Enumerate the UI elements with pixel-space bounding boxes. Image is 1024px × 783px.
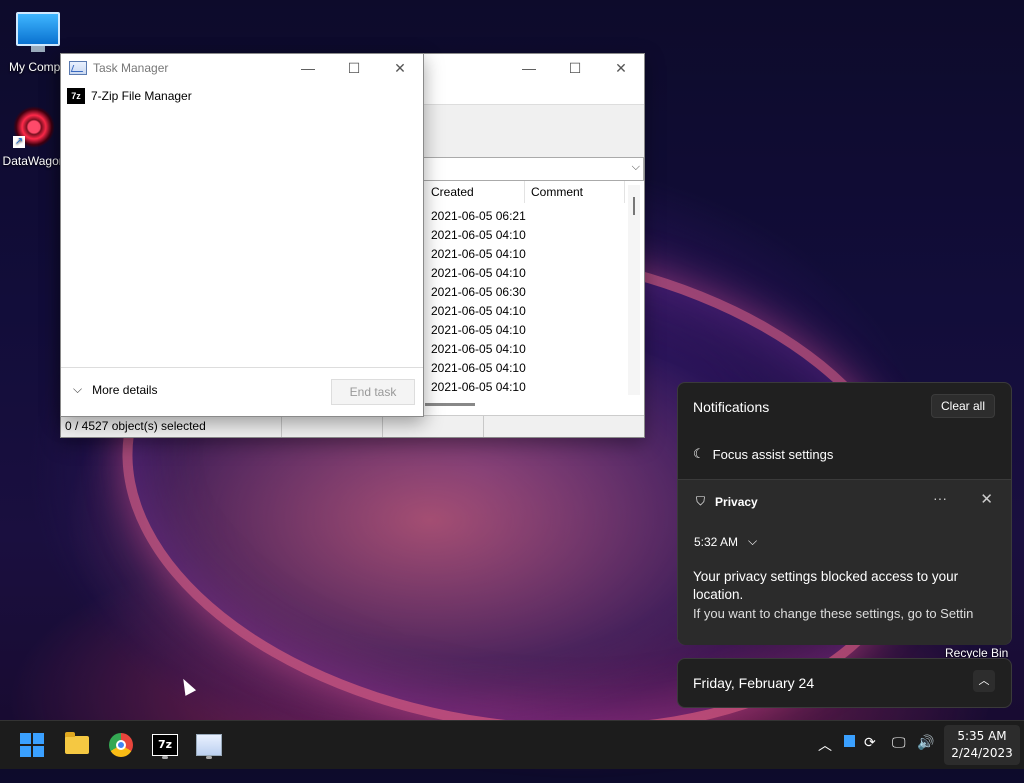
notification-time-text: 5:32 AM — [694, 534, 739, 549]
taskbar-file-explorer[interactable] — [61, 729, 93, 761]
column-header-created[interactable]: Created — [425, 181, 525, 203]
minimize-button[interactable]: — — [506, 54, 552, 82]
end-task-button[interactable]: End task — [331, 379, 415, 405]
column-header-comment[interactable]: Comment — [525, 181, 625, 203]
close-button[interactable]: ✕ — [598, 54, 644, 82]
chevron-down-icon[interactable]: ⌵ — [632, 161, 640, 174]
chevron-down-icon: ⌵ — [73, 382, 83, 396]
task-manager-icon — [69, 61, 87, 75]
notification-center: Notifications Clear all ☾ Focus assist s… — [677, 382, 1012, 645]
focus-assist-settings-link[interactable]: ☾ Focus assist settings — [693, 446, 833, 462]
7zip-icon: 7z — [152, 734, 178, 756]
tray-app-icon[interactable] — [844, 735, 855, 751]
task-manager-window: Task Manager — ☐ ✕ 7z 7-Zip File Manager… — [60, 53, 424, 417]
minimize-button[interactable]: — — [285, 54, 331, 82]
close-icon: ✕ — [980, 491, 993, 508]
table-row[interactable]: 2021-06-05 04:10 — [425, 359, 526, 378]
process-row-7zip[interactable]: 7z 7-Zip File Manager — [67, 88, 192, 104]
7zip-icon: 7z — [67, 88, 85, 104]
expand-calendar-button[interactable]: ︿ — [973, 670, 995, 692]
sync-icon[interactable]: ⟳ — [864, 735, 876, 751]
chevron-down-icon: ⌵ — [748, 534, 758, 548]
taskbar-task-manager[interactable] — [193, 729, 225, 761]
maximize-button[interactable]: ☐ — [552, 54, 598, 82]
moon-icon: ☾ — [693, 446, 705, 461]
minimize-icon: — — [301, 60, 315, 76]
created-column-values: 2021-06-05 06:21 2021-06-05 04:10 2021-0… — [425, 207, 526, 397]
scrollbar-thumb[interactable] — [633, 197, 635, 215]
task-manager-footer: ⌵ More details End task — [61, 367, 423, 416]
square-app-icon — [844, 735, 855, 747]
running-indicator — [162, 756, 168, 759]
calendar-panel: Friday, February 24 ︿ — [677, 658, 1012, 708]
chrome-icon — [109, 733, 133, 757]
table-row[interactable]: 2021-06-05 04:10 — [425, 378, 526, 397]
shortcut-arrow-icon: ↗ — [13, 136, 25, 148]
calendar-date: Friday, February 24 — [693, 675, 815, 691]
shield-icon: ⛉ — [696, 494, 706, 508]
table-row[interactable]: 2021-06-05 06:30 — [425, 283, 526, 302]
notification-app-name: Privacy — [715, 494, 758, 509]
chevron-up-icon: ︿ — [978, 675, 990, 687]
desktop-icon-label: DataWagon — [2, 154, 66, 168]
process-name: 7-Zip File Manager — [91, 89, 192, 103]
desktop-icon-label: My Compu — [8, 60, 67, 74]
running-indicator — [206, 756, 212, 759]
vertical-scrollbar[interactable] — [628, 185, 640, 395]
network-icon[interactable]: 🖵 — [892, 735, 906, 751]
taskbar-chrome[interactable] — [105, 729, 137, 761]
status-bar: 0 / 4527 object(s) selected — [61, 415, 644, 437]
minimize-icon: — — [522, 60, 536, 76]
datawagon-icon: ↗ — [12, 106, 56, 150]
maximize-icon: ☐ — [568, 59, 582, 76]
more-details-button[interactable]: ⌵ More details — [73, 382, 157, 397]
maximize-button[interactable]: ☐ — [331, 54, 377, 82]
table-row[interactable]: 2021-06-05 04:10 — [425, 302, 526, 321]
status-cell — [383, 416, 484, 437]
status-selection: 0 / 4527 object(s) selected — [61, 416, 282, 437]
table-row[interactable]: 2021-06-05 04:10 — [425, 321, 526, 340]
table-row[interactable]: 2021-06-05 06:21 — [425, 207, 526, 226]
chevron-up-icon: ︿ — [818, 738, 832, 754]
table-row[interactable]: 2021-06-05 04:10 — [425, 245, 526, 264]
close-button[interactable]: ✕ — [377, 54, 423, 82]
volume-icon[interactable]: 🔊 — [917, 735, 934, 751]
status-cell — [282, 416, 383, 437]
clear-all-button[interactable]: Clear all — [930, 394, 995, 418]
notifications-header: Notifications — [693, 399, 770, 415]
more-options-button[interactable]: ··· — [933, 490, 947, 506]
notification-app: ⛉ Privacy — [696, 494, 758, 509]
clock-date: 2/24/2023 — [951, 746, 1013, 760]
notification-card[interactable]: ⛉ Privacy ··· ✕ 5:32 AM ⌵ Your privacy s… — [678, 479, 1011, 645]
close-icon: ✕ — [615, 59, 627, 76]
focus-assist-label: Focus assist settings — [712, 446, 834, 462]
folder-icon — [65, 732, 89, 754]
task-manager-titlebar[interactable]: Task Manager — ☐ ✕ — [61, 54, 423, 82]
computer-icon — [16, 12, 60, 56]
maximize-icon: ☐ — [347, 59, 361, 76]
taskbar-7zip[interactable]: 7z — [149, 729, 181, 761]
notification-detail: If you want to change these settings, go… — [693, 606, 974, 621]
more-details-label: More details — [92, 382, 158, 397]
horizontal-scrollbar[interactable] — [425, 403, 475, 406]
table-row[interactable]: 2021-06-05 04:10 — [425, 340, 526, 359]
close-icon: ✕ — [394, 59, 406, 76]
table-row[interactable]: 2021-06-05 04:10 — [425, 226, 526, 245]
clock-time: 5:35 AM — [957, 729, 1007, 743]
taskbar: 7z ︿ ⟳ 🖵 🔊 5:35 AM 2/24/2023 — [0, 720, 1024, 769]
notification-time[interactable]: 5:32 AM ⌵ — [694, 534, 757, 549]
ellipsis-icon: ··· — [933, 490, 947, 506]
show-hidden-icons-button[interactable]: ︿ — [818, 735, 832, 755]
table-row[interactable]: 2021-06-05 04:10 — [425, 264, 526, 283]
windows-logo-icon — [20, 733, 44, 757]
notification-message: Your privacy settings blocked access to … — [693, 569, 959, 602]
window-title: Task Manager — [93, 61, 169, 75]
start-button[interactable] — [16, 729, 48, 761]
system-clock[interactable]: 5:35 AM 2/24/2023 — [944, 725, 1020, 765]
task-manager-icon — [196, 734, 222, 756]
mouse-cursor-icon — [177, 676, 197, 696]
dismiss-notification-button[interactable]: ✕ — [980, 490, 993, 508]
